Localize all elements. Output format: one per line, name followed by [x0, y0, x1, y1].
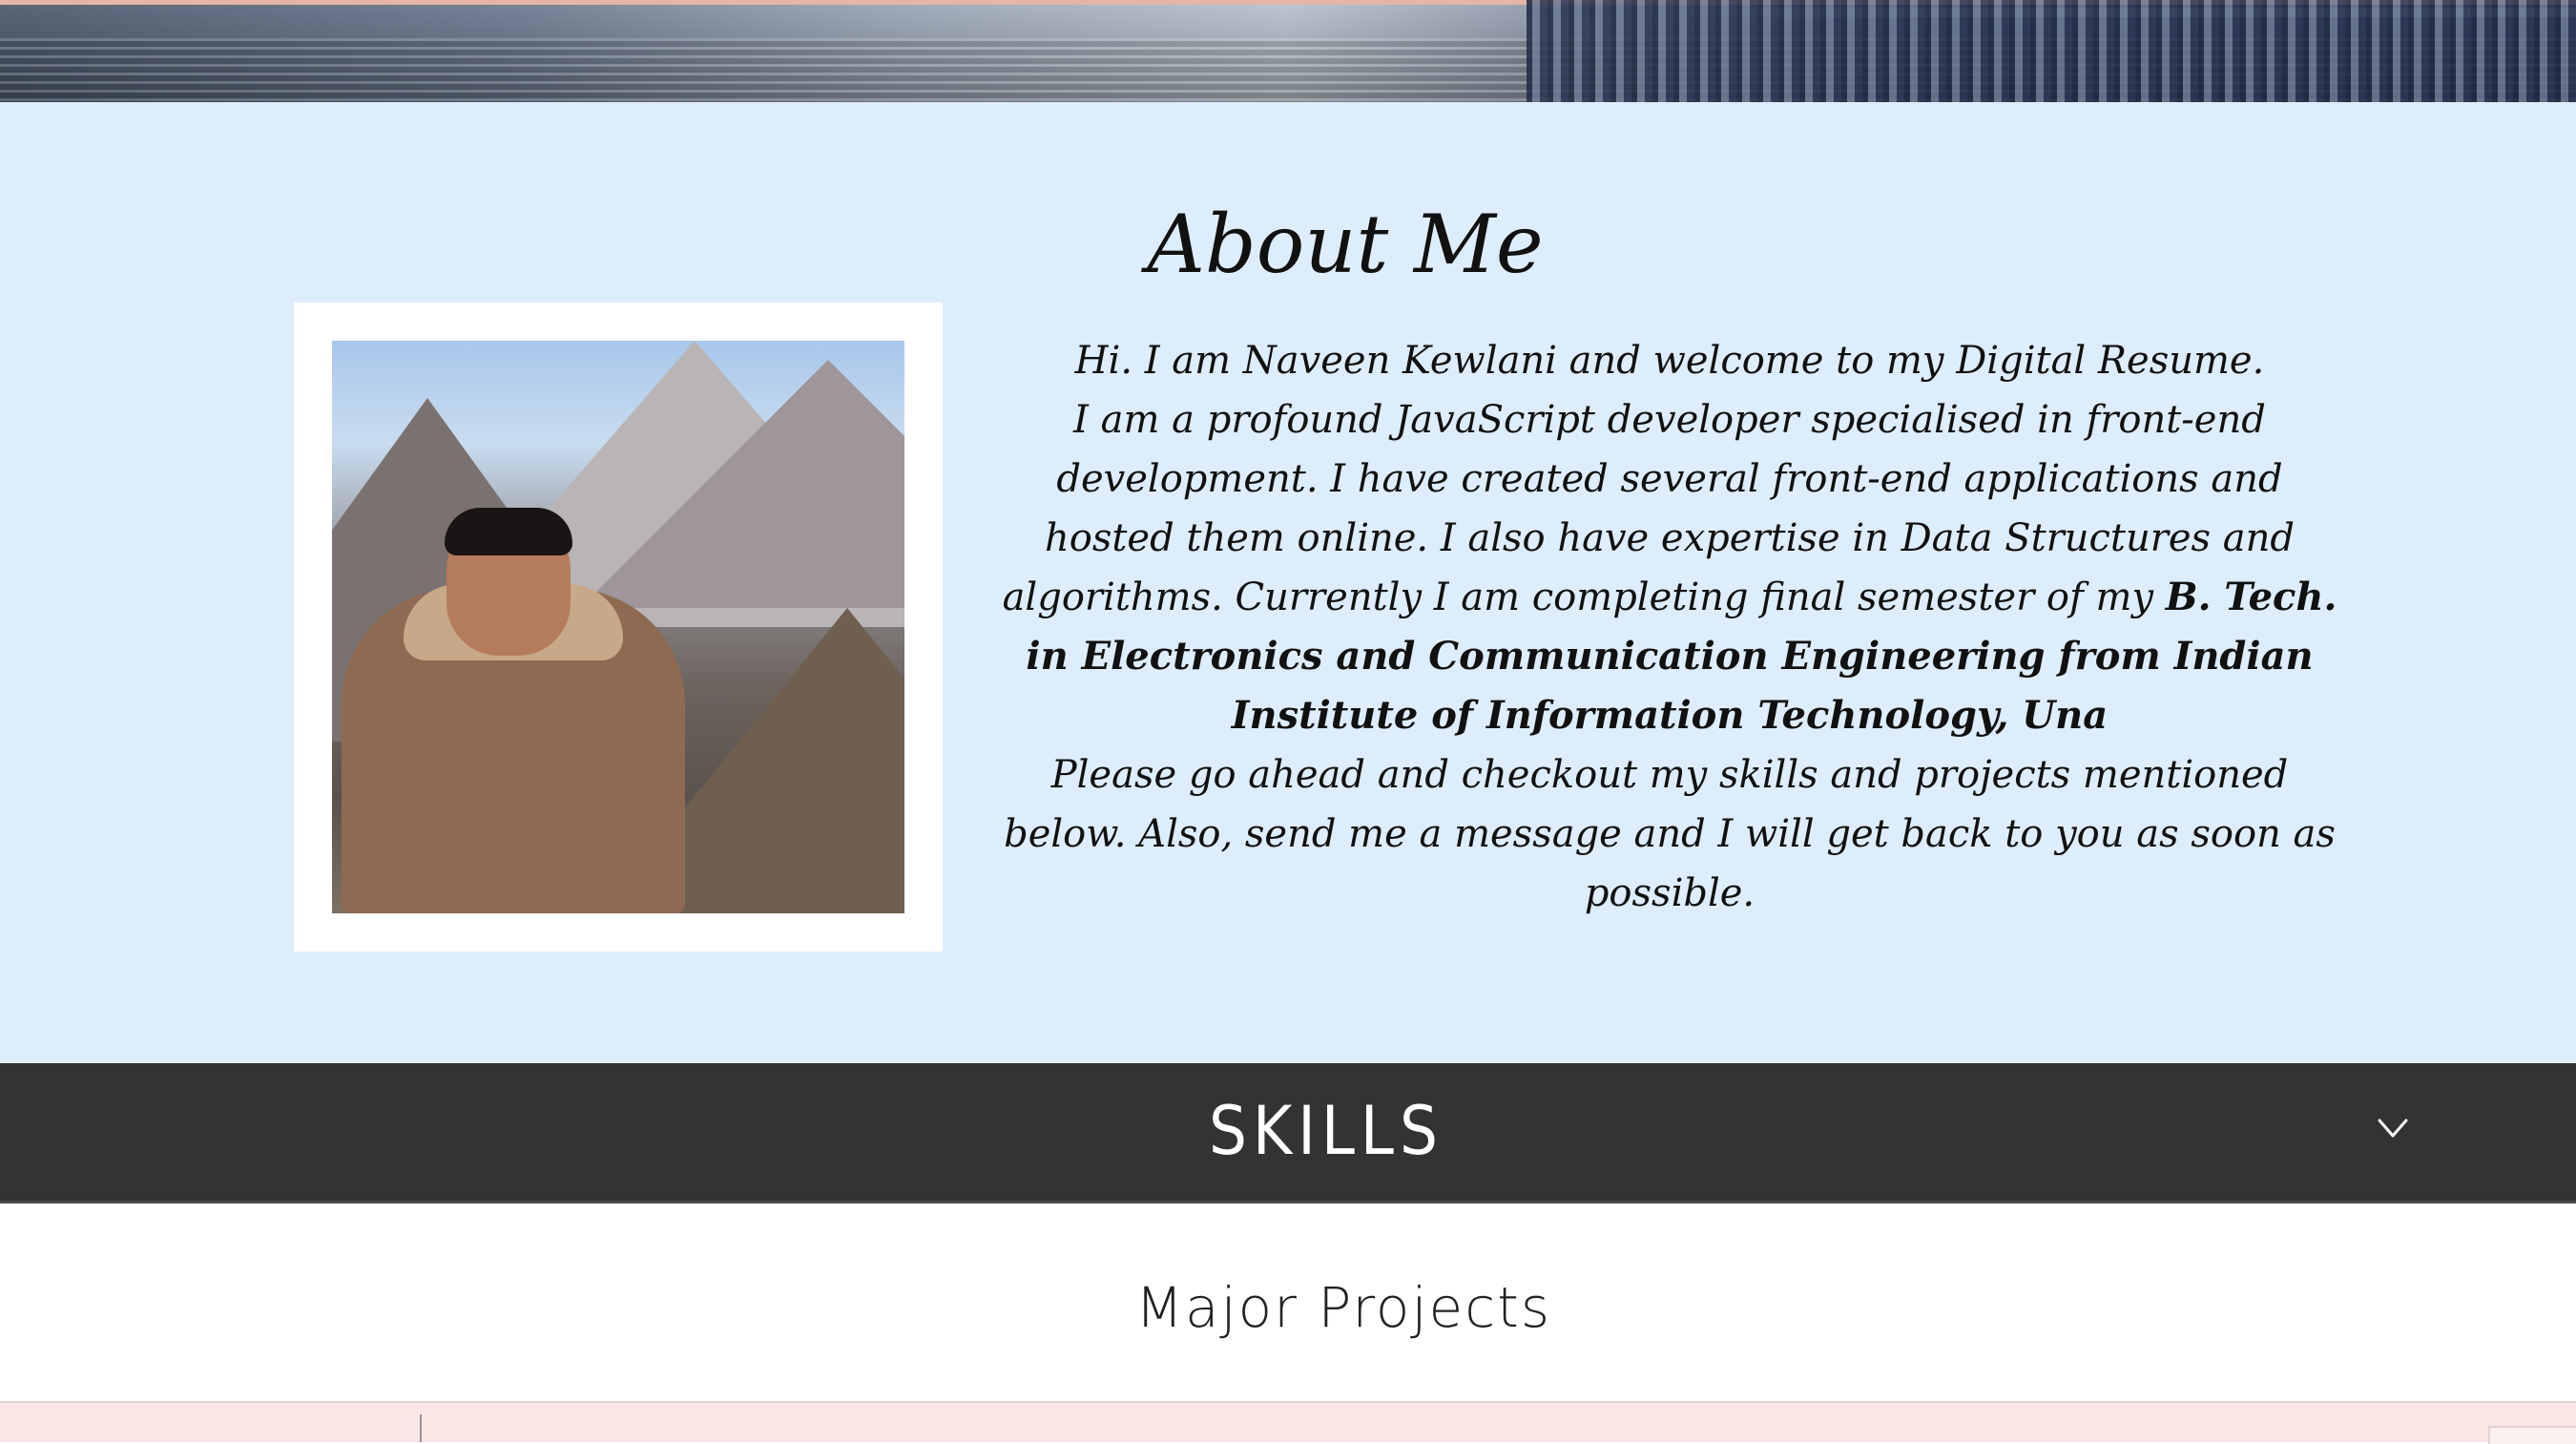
- about-section: About Me Hi. I am Naveen Kewlani and wel…: [0, 102, 2576, 1063]
- photo-frame: [294, 303, 943, 952]
- about-title: About Me: [1147, 198, 1544, 291]
- about-closing: Please go ahead and checkout my skills a…: [1004, 753, 2336, 915]
- skills-accordion[interactable]: SKILLS: [0, 1063, 2576, 1203]
- chevron-down-icon[interactable]: [2376, 1111, 2410, 1145]
- skills-title: SKILLS: [1209, 1092, 1444, 1170]
- about-intro: Hi. I am Naveen Kewlani and welcome to m…: [1074, 339, 2265, 383]
- about-body-text: I am a profound JavaScript developer spe…: [1002, 398, 2296, 619]
- hero-banner: [0, 0, 2576, 102]
- hero-railing: [1527, 0, 2576, 102]
- about-body: I am a profound JavaScript developer spe…: [992, 390, 2347, 745]
- person-hair: [445, 508, 572, 555]
- projects-title: Major Projects: [1134, 1275, 1552, 1340]
- projects-card-corner: [2488, 1426, 2576, 1444]
- projects-divider: [420, 1414, 422, 1442]
- projects-strip: [0, 1401, 2576, 1444]
- about-description: Hi. I am Naveen Kewlani and welcome to m…: [992, 331, 2347, 923]
- portrait-photo: [332, 341, 904, 913]
